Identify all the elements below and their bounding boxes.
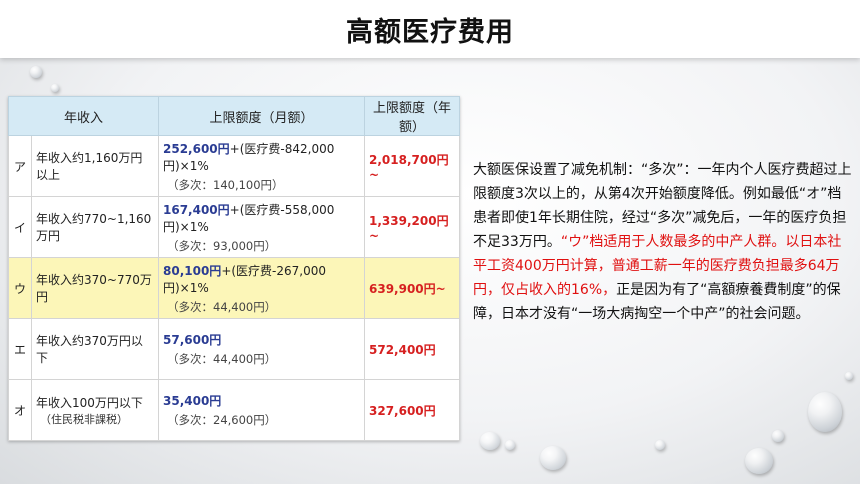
monthly-limit-cell: 252,600円+(医疗费-842,000円)×1% （多次：140,100円） [158, 135, 365, 197]
monthly-formula: 57,600円 [163, 331, 360, 348]
annual-limit: 1,339,200円~ [364, 196, 460, 258]
monthly-limit-cell: 57,600円 （多次：44,400円） [158, 318, 365, 380]
income-code: エ [8, 318, 32, 380]
header-monthly-limit: 上限额度（月额） [158, 96, 365, 136]
income-code: ア [8, 135, 32, 197]
multiple-times-limit: （多次：44,400円） [167, 352, 277, 366]
monthly-base: 80,100円 [163, 263, 222, 278]
income-range: 年收入约1,160万円以上 [31, 135, 159, 197]
income-note: （住民税非課税） [40, 412, 128, 426]
monthly-limit-cell: 80,100円+(医疗费-267,000円)×1% （多次：44,400円） [158, 257, 365, 319]
income-range: 年收入100万円以下 （住民税非課税） [31, 379, 159, 441]
description-paragraph: 大额医保设置了减免机制：“多次”：一年内个人医疗费超过上限额度3次以上的，从第4… [473, 158, 853, 326]
water-drop-decoration [772, 430, 784, 442]
water-drop-decoration [51, 84, 59, 92]
water-drop-decoration [808, 392, 842, 432]
table-row: エ 年收入约370万円以下 57,600円 （多次：44,400円） 572,4… [8, 318, 460, 380]
water-drop-decoration [745, 448, 773, 474]
annual-limit: 2,018,700円~ [364, 135, 460, 197]
annual-limit: 327,600円 [364, 379, 460, 441]
slide-title: 高额医疗费用 [346, 16, 514, 48]
title-bar: 高额医疗费用 [0, 0, 860, 58]
income-range-label: 年收入100万円以下 [36, 395, 143, 410]
monthly-limit-cell: 35,400円 （多次：24,600円） [158, 379, 365, 441]
multiple-times-limit: （多次：93,000円） [167, 238, 277, 253]
annual-limit: 639,900円~ [364, 257, 460, 319]
monthly-base: 167,400円 [163, 202, 230, 217]
monthly-base: 35,400円 [163, 394, 222, 408]
multiple-times-limit: （多次：24,600円） [167, 413, 277, 427]
table-row: イ 年收入约770~1,160万円 167,400円+(医疗费-558,000円… [8, 196, 460, 258]
fee-limit-table: 年收入 上限额度（月额） 上限额度（年额） ア 年收入约1,160万円以上 25… [8, 96, 460, 441]
table-row: ア 年收入约1,160万円以上 252,600円+(医疗费-842,000円)×… [8, 135, 460, 197]
header-annual-limit: 上限额度（年额） [364, 96, 460, 136]
multiple-times-limit: （多次：44,400円） [167, 299, 277, 314]
monthly-formula: 167,400円+(医疗费-558,000円)×1% [163, 201, 360, 235]
water-drop-decoration [30, 66, 42, 78]
income-code: オ [8, 379, 32, 441]
income-range-label: 年收入约1,160万円以上 [36, 151, 143, 182]
water-drop-decoration [845, 372, 853, 380]
monthly-limit-cell: 167,400円+(医疗费-558,000円)×1% （多次：93,000円） [158, 196, 365, 258]
annual-limit: 572,400円 [364, 318, 460, 380]
income-range-label: 年收入约370万円以下 [36, 334, 143, 365]
water-drop-decoration [505, 440, 515, 450]
water-drop-decoration [480, 432, 500, 450]
table-header-row: 年收入 上限额度（月额） 上限额度（年额） [8, 96, 460, 136]
monthly-base: 252,600円 [163, 141, 230, 156]
header-income: 年收入 [8, 96, 159, 136]
monthly-base: 57,600円 [163, 333, 222, 347]
monthly-formula: 252,600円+(医疗费-842,000円)×1% [163, 140, 360, 174]
income-code: ウ [8, 257, 32, 319]
income-range-label: 年收入约770~1,160万円 [36, 212, 152, 243]
table-row-highlighted: ウ 年收入约370~770万円 80,100円+(医疗费-267,000円)×1… [8, 257, 460, 319]
income-range: 年收入约770~1,160万円 [31, 196, 159, 258]
income-code: イ [8, 196, 32, 258]
monthly-formula: 35,400円 [163, 392, 360, 409]
income-range: 年收入约370~770万円 [31, 257, 159, 319]
water-drop-decoration [540, 446, 566, 470]
table-row: オ 年收入100万円以下 （住民税非課税） 35,400円 （多次：24,600… [8, 379, 460, 441]
income-range-label: 年收入约370~770万円 [36, 273, 152, 304]
income-range: 年收入约370万円以下 [31, 318, 159, 380]
water-drop-decoration [655, 440, 665, 450]
monthly-formula: 80,100円+(医疗费-267,000円)×1% [163, 262, 360, 296]
multiple-times-limit: （多次：140,100円） [167, 177, 284, 192]
